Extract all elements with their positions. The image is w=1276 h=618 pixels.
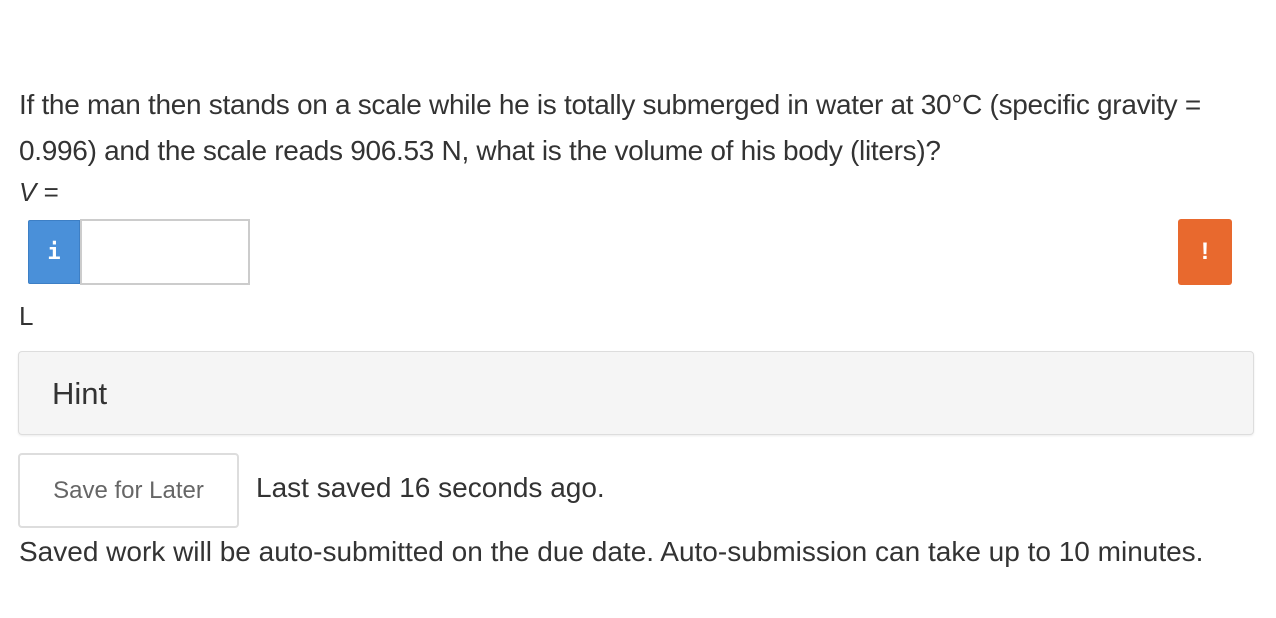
hint-panel[interactable]: Hint — [18, 351, 1254, 435]
hint-label: Hint — [52, 376, 108, 411]
question-text: If the man then stands on a scale while … — [19, 89, 1201, 166]
alert-icon-button[interactable]: ! — [1178, 219, 1232, 285]
info-icon-button[interactable]: i — [28, 220, 80, 284]
variable-name: V — [19, 177, 37, 207]
last-saved-status: Last saved 16 seconds ago. — [256, 472, 605, 503]
answer-input[interactable] — [80, 219, 250, 285]
info-icon: i — [47, 239, 61, 265]
variable-label: V = — [19, 172, 59, 212]
exclamation-icon: ! — [1201, 238, 1209, 265]
unit-label: L — [19, 301, 34, 331]
equals-sign: = — [36, 177, 59, 207]
save-for-later-button[interactable]: Save for Later — [18, 453, 239, 528]
auto-submit-notice: Saved work will be auto-submitted on the… — [19, 536, 1204, 567]
question-page: If the man then stands on a scale while … — [0, 0, 1276, 618]
